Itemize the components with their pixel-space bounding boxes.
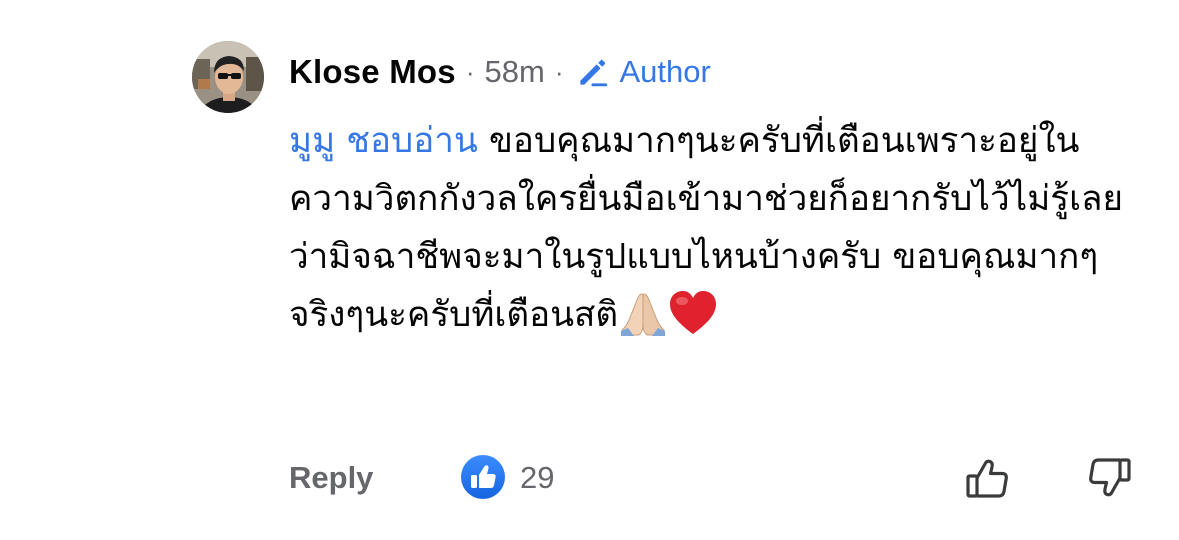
author-badge-label: Author [619, 54, 711, 89]
comment-timestamp[interactable]: 58m [485, 54, 545, 90]
red-heart-icon [668, 290, 718, 354]
comment-body: มูมู ชอบอ่าน ขอบคุณมากๆนะครับที่เตือนเพร… [289, 112, 1149, 354]
avatar[interactable] [192, 41, 264, 113]
like-reaction-icon[interactable] [460, 454, 506, 500]
mention-link[interactable]: มูมู ชอบอ่าน [289, 121, 478, 161]
separator-dot: · [554, 56, 564, 87]
comment-header: Klose Mos · 58m · Author [289, 50, 711, 94]
comment-actions: Reply 29 [289, 452, 1159, 504]
folded-hands-icon [620, 292, 666, 354]
pencil-icon [579, 59, 607, 87]
like-count[interactable]: 29 [520, 460, 554, 496]
reply-button[interactable]: Reply [289, 460, 373, 496]
thumbs-up-icon[interactable] [964, 454, 1012, 502]
thumbs-down-icon[interactable] [1085, 454, 1133, 502]
author-badge: Author [574, 53, 711, 91]
author-name[interactable]: Klose Mos [289, 53, 456, 91]
separator-dot: · [465, 56, 475, 87]
